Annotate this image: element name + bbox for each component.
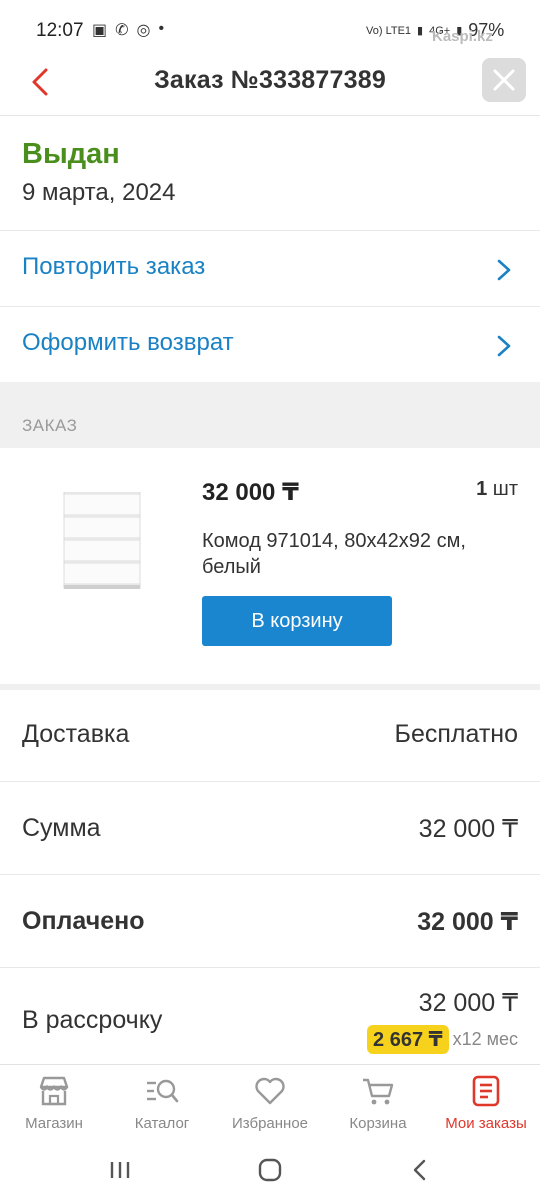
paid-label: Оплачено <box>22 907 145 935</box>
volte-label: Vo) LTE1 <box>366 24 412 37</box>
nav-catalog[interactable]: Каталог <box>108 1075 216 1132</box>
orders-icon <box>472 1075 500 1107</box>
nav-label: Корзина <box>349 1115 407 1132</box>
close-icon <box>493 69 515 91</box>
nav-my-orders[interactable]: Мои заказы <box>432 1075 540 1132</box>
signal-icon: ▮ <box>417 25 424 37</box>
watermark: Kaspi.kz <box>432 28 493 45</box>
installment-label: В рассрочку <box>22 1006 163 1034</box>
product-image[interactable] <box>62 492 142 590</box>
cart-icon <box>363 1078 394 1105</box>
installment-monthly-badge: 2 667 ₸ <box>367 1025 449 1054</box>
installment-monthly: 2 667 ₸ x12 мес <box>367 1025 518 1054</box>
delivery-value: Бесплатно <box>394 720 518 748</box>
notification-icons: ▣ ✆ ◎ • <box>92 20 164 40</box>
nav-label: Каталог <box>134 1115 190 1132</box>
order-status: Выдан <box>22 138 120 170</box>
return-order-row[interactable]: Оформить возврат <box>0 306 540 382</box>
paid-row: Оплачено 32 000 ₸ <box>0 875 540 968</box>
page-title: Заказ №333877389 <box>154 66 386 94</box>
section-band <box>0 382 540 448</box>
product-name[interactable]: Комод 971014, 80x42x92 см, белый <box>202 528 492 580</box>
delivery-label: Доставка <box>22 720 130 748</box>
nav-cart[interactable]: Корзина <box>324 1075 432 1132</box>
product-quantity: 1 шт <box>476 478 518 501</box>
product-price: 32 000 ₸ <box>202 479 299 506</box>
nav-label: Избранное <box>231 1115 309 1132</box>
product-card: 32 000 ₸ 1 шт Комод 971014, 80x42x92 см,… <box>0 448 540 684</box>
paid-value: 32 000 ₸ <box>417 908 518 936</box>
page-header: Заказ №333877389 <box>0 58 540 116</box>
dot-icon: • <box>158 20 165 37</box>
order-date: 9 марта, 2024 <box>22 179 176 206</box>
repeat-order-row[interactable]: Повторить заказ <box>0 230 540 306</box>
nav-favorites[interactable]: Избранное <box>216 1075 324 1132</box>
add-to-cart-button[interactable]: В корзину <box>202 596 392 646</box>
home-icon[interactable] <box>256 1156 284 1184</box>
recent-apps-icon[interactable] <box>106 1156 134 1184</box>
order-status-block: Выдан 9 марта, 2024 <box>22 138 175 207</box>
sum-label: Сумма <box>22 814 101 842</box>
status-time: 12:07 <box>36 20 84 41</box>
nav-label: Магазин <box>25 1115 83 1132</box>
quantity-value: 1 <box>476 478 488 500</box>
quantity-unit: шт <box>492 478 518 500</box>
return-order-label: Оформить возврат <box>22 329 234 356</box>
system-nav <box>0 1144 540 1200</box>
missed-call-icon: ✆ <box>115 22 129 39</box>
repeat-order-label: Повторить заказ <box>22 253 206 280</box>
catalog-search-icon <box>147 1079 179 1103</box>
chevron-right-icon <box>497 335 511 357</box>
nav-shop[interactable]: Магазин <box>0 1075 108 1132</box>
system-back-icon[interactable] <box>406 1156 434 1184</box>
gallery-icon: ▣ <box>92 22 108 39</box>
instagram-icon: ◎ <box>136 22 151 39</box>
chevron-right-icon <box>497 259 511 281</box>
delivery-row: Доставка Бесплатно <box>0 690 540 782</box>
status-bar: 12:07 ▣ ✆ ◎ • Vo) LTE1 ▮ 4G+ ▮ 97% Kaspi… <box>0 0 540 62</box>
heart-icon <box>255 1077 285 1105</box>
close-button[interactable] <box>482 58 526 102</box>
installment-term: x12 мес <box>452 1029 518 1049</box>
sum-row: Сумма 32 000 ₸ <box>0 782 540 875</box>
section-title: ЗАКАЗ <box>22 416 78 435</box>
installment-value: 32 000 ₸ <box>418 989 518 1017</box>
sum-value: 32 000 ₸ <box>418 815 518 843</box>
nav-label: Мои заказы <box>445 1115 527 1132</box>
shop-icon <box>39 1076 69 1106</box>
bottom-nav: Магазин Каталог Избранное Корзина Мои за… <box>0 1064 540 1144</box>
